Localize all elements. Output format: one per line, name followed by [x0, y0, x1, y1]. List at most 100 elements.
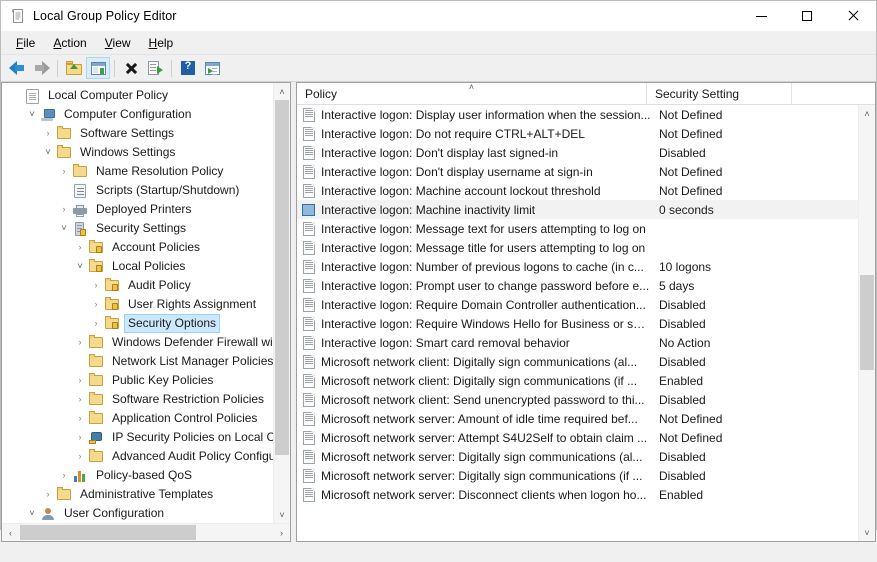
list-scrollbar-thumb[interactable]: [860, 275, 874, 370]
menu-view[interactable]: View: [96, 33, 140, 53]
show-hide-console-tree-button[interactable]: [86, 57, 110, 79]
tree-scroll-right-icon[interactable]: ›: [273, 524, 290, 541]
list-scroll-up-icon[interactable]: ˄: [859, 105, 875, 122]
chevron-right-icon[interactable]: ›: [56, 471, 72, 480]
tree-item-network-list-manager-policies[interactable]: Network List Manager Policies: [2, 352, 290, 371]
tree-hscrollbar-thumb[interactable]: [20, 525, 196, 540]
security-setting-cell: Not Defined: [659, 183, 723, 198]
menu-help[interactable]: Help: [140, 33, 183, 53]
tree-item-software-settings[interactable]: › Software Settings: [2, 124, 290, 143]
tree-horizontal-scrollbar[interactable]: ‹ ›: [2, 523, 290, 541]
help-button[interactable]: ?: [176, 57, 200, 79]
export-list-button[interactable]: [143, 57, 167, 79]
chevron-right-icon[interactable]: ›: [72, 338, 88, 347]
list-vertical-scrollbar[interactable]: ˄ ˅: [858, 105, 875, 541]
table-row[interactable]: Interactive logon: Prompt user to change…: [297, 276, 875, 295]
chevron-down-icon[interactable]: ˅: [40, 148, 56, 157]
menu-file[interactable]: File: [7, 33, 44, 53]
tree-scrollbar-thumb[interactable]: [275, 100, 289, 455]
chevron-right-icon[interactable]: ›: [72, 376, 88, 385]
forward-arrow-icon: [33, 61, 50, 75]
tree-item-audit-policy[interactable]: › Audit Policy: [2, 276, 290, 295]
chevron-right-icon[interactable]: ›: [56, 205, 72, 214]
table-row[interactable]: Interactive logon: Require Domain Contro…: [297, 295, 875, 314]
table-row[interactable]: Microsoft network client: Digitally sign…: [297, 371, 875, 390]
chevron-right-icon[interactable]: ›: [88, 300, 104, 309]
chevron-right-icon[interactable]: ›: [72, 395, 88, 404]
table-row[interactable]: Interactive logon: Require Windows Hello…: [297, 314, 875, 333]
maximize-button[interactable]: [784, 1, 830, 31]
back-button[interactable]: [5, 57, 29, 79]
table-row[interactable]: Interactive logon: Message title for use…: [297, 238, 875, 257]
tree-item-security-options[interactable]: › Security Options: [2, 314, 290, 333]
tree-vertical-scrollbar[interactable]: ˄ ˅: [273, 83, 290, 523]
tree-scroll-left-icon[interactable]: ‹: [2, 524, 19, 541]
tree-item-software-restriction-policies[interactable]: › Software Restriction Policies: [2, 390, 290, 409]
chevron-right-icon[interactable]: ›: [88, 281, 104, 290]
tree-item-name-resolution-policy[interactable]: › Name Resolution Policy: [2, 162, 290, 181]
chevron-right-icon[interactable]: ›: [40, 490, 56, 499]
chevron-down-icon[interactable]: ˅: [56, 224, 72, 233]
chevron-right-icon[interactable]: ›: [88, 319, 104, 328]
table-row[interactable]: Interactive logon: Display user informat…: [297, 105, 875, 124]
chevron-right-icon[interactable]: ›: [56, 167, 72, 176]
table-row[interactable]: Microsoft network server: Amount of idle…: [297, 409, 875, 428]
chevron-right-icon[interactable]: ›: [40, 129, 56, 138]
table-row[interactable]: Microsoft network server: Attempt S4U2Se…: [297, 428, 875, 447]
menu-action[interactable]: Action: [44, 33, 95, 53]
table-row[interactable]: Interactive logon: Don't display last si…: [297, 143, 875, 162]
chevron-down-icon[interactable]: ˅: [24, 110, 40, 119]
column-header-policy[interactable]: Policy ˄: [297, 83, 647, 104]
list-scroll-down-icon[interactable]: ˅: [859, 524, 875, 541]
chevron-right-icon[interactable]: ›: [72, 433, 88, 442]
tree-item-security-settings[interactable]: ˅ Security Settings: [2, 219, 290, 238]
tree-item-windows-defender-firewall-with-advanced-security[interactable]: › Windows Defender Firewall with Advanced…: [2, 333, 290, 352]
forward-button[interactable]: [29, 57, 53, 79]
tree-scroll-up-icon[interactable]: ˄: [274, 83, 290, 100]
show-hide-action-pane-button[interactable]: [200, 57, 224, 79]
table-row[interactable]: Microsoft network client: Send unencrypt…: [297, 390, 875, 409]
chevron-right-icon[interactable]: ›: [72, 452, 88, 461]
delete-button[interactable]: [119, 57, 143, 79]
tree-item-administrative-templates[interactable]: › Administrative Templates: [2, 485, 290, 504]
menu-help-rest: elp: [157, 35, 174, 50]
table-row[interactable]: Microsoft network server: Disconnect cli…: [297, 485, 875, 504]
tree-item-advanced-audit-policy-configuration[interactable]: › Advanced Audit Policy Configuration: [2, 447, 290, 466]
folder-icon: [88, 448, 104, 465]
minimize-button[interactable]: [738, 1, 784, 31]
table-row[interactable]: Interactive logon: Machine account locko…: [297, 181, 875, 200]
table-row[interactable]: Microsoft network server: Digitally sign…: [297, 447, 875, 466]
tree-item-user-rights-assignment[interactable]: › User Rights Assignment: [2, 295, 290, 314]
table-row[interactable]: Interactive logon: Machine inactivity li…: [297, 200, 875, 219]
tree-item-application-control-policies[interactable]: › Application Control Policies: [2, 409, 290, 428]
column-header-filler[interactable]: [792, 83, 875, 104]
tree-item-user-configuration[interactable]: ˅ User Configuration: [2, 504, 290, 523]
tree-item-ip-security-policies-on-local-computer[interactable]: › IP Security Policies on Local Computer: [2, 428, 291, 447]
tree-item-scripts-startup-shutdown[interactable]: Scripts (Startup/Shutdown): [2, 181, 290, 200]
chevron-right-icon[interactable]: ›: [72, 414, 88, 423]
table-row[interactable]: Interactive logon: Smart card removal be…: [297, 333, 875, 352]
tree-item-local-computer-policy[interactable]: Local Computer Policy: [2, 86, 290, 105]
tree-item-public-key-policies[interactable]: › Public Key Policies: [2, 371, 290, 390]
folder-up-icon: [66, 61, 82, 75]
close-button[interactable]: [830, 1, 876, 31]
table-row[interactable]: Interactive logon: Number of previous lo…: [297, 257, 875, 276]
table-row[interactable]: Microsoft network client: Digitally sign…: [297, 352, 875, 371]
table-row[interactable]: Interactive logon: Message text for user…: [297, 219, 875, 238]
up-one-level-button[interactable]: [62, 57, 86, 79]
tree-item-account-policies[interactable]: › Account Policies: [2, 238, 290, 257]
table-row[interactable]: Interactive logon: Don't display usernam…: [297, 162, 875, 181]
chevron-down-icon[interactable]: ˅: [24, 509, 40, 518]
tree-item-policy-based-qos[interactable]: › Policy-based QoS: [2, 466, 290, 485]
table-row[interactable]: Interactive logon: Do not require CTRL+A…: [297, 124, 875, 143]
tree-item-deployed-printers[interactable]: › Deployed Printers: [2, 200, 290, 219]
tree-item-windows-settings[interactable]: ˅ Windows Settings: [2, 143, 290, 162]
chevron-right-icon[interactable]: ›: [72, 243, 88, 252]
table-row[interactable]: Microsoft network server: Digitally sign…: [297, 466, 875, 485]
policy-name-cell: Interactive logon: Prompt user to change…: [321, 278, 650, 293]
tree-scroll-down-icon[interactable]: ˅: [274, 506, 290, 523]
tree-item-local-policies[interactable]: ˅ Local Policies: [2, 257, 290, 276]
chevron-down-icon[interactable]: ˅: [72, 262, 88, 271]
tree-item-computer-configuration[interactable]: ˅ Computer Configuration: [2, 105, 290, 124]
column-header-security-setting[interactable]: Security Setting: [647, 83, 792, 104]
